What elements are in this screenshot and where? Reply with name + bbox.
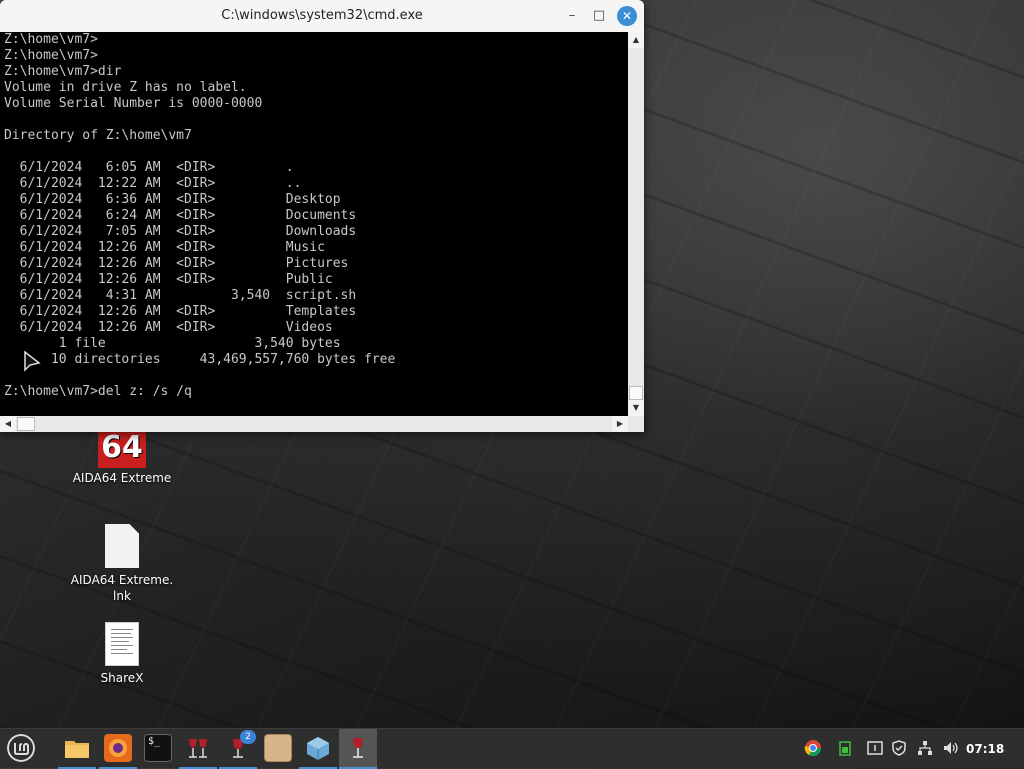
taskbar-files[interactable]: [58, 729, 96, 769]
maximize-button[interactable]: □: [589, 6, 609, 26]
taskbar-terminal[interactable]: $_: [139, 729, 177, 769]
terminal-icon: $_: [144, 734, 172, 762]
desktop-icon-label: ShareX: [100, 671, 144, 685]
taskbar-archive[interactable]: [259, 729, 297, 769]
scroll-left-icon[interactable]: ◀: [0, 416, 16, 432]
wine-glasses-icon: [189, 739, 207, 758]
taskbar: $_ 2 07:18: [0, 728, 1024, 769]
taskbar-wine-1[interactable]: [179, 729, 217, 769]
desktop-icon-aida64[interactable]: 64 AIDA64 Extreme: [62, 428, 182, 486]
cmd-window[interactable]: C:\windows\system32\cmd.exe – □ ✕ Z:\hom…: [0, 0, 644, 432]
mouse-cursor-icon: [22, 350, 42, 378]
mint-menu-button[interactable]: [2, 729, 40, 769]
scroll-up-icon[interactable]: ▲: [628, 32, 644, 48]
window-titlebar[interactable]: C:\windows\system32\cmd.exe – □ ✕: [0, 0, 644, 32]
update-icon[interactable]: [866, 739, 884, 757]
folder-icon: [65, 741, 89, 758]
scroll-right-icon[interactable]: ▶: [612, 416, 628, 432]
network-cube-icon: [307, 737, 329, 760]
taskbar-wine-2[interactable]: 2: [219, 729, 257, 769]
network-icon[interactable]: [916, 739, 934, 757]
vertical-scrollbar[interactable]: ▲ ▼: [628, 32, 644, 416]
horizontal-scrollbar[interactable]: ◀ ▶: [0, 416, 628, 432]
linux-mint-icon: [7, 734, 35, 762]
scrollbar-thumb-horizontal[interactable]: [17, 417, 35, 431]
scrollbar-corner: [628, 416, 644, 432]
scroll-down-icon[interactable]: ▼: [628, 400, 644, 416]
close-button[interactable]: ✕: [617, 6, 637, 26]
wine-glass-icon: [353, 738, 363, 758]
file-icon: [105, 524, 139, 568]
chrome-icon[interactable]: [804, 739, 822, 757]
desktop-icon-label: AIDA64 Extreme: [72, 471, 172, 485]
shield-icon[interactable]: [890, 739, 908, 757]
firefox-icon: [104, 734, 132, 762]
clock[interactable]: 07:18: [966, 729, 1004, 769]
window-title: C:\windows\system32\cmd.exe: [221, 8, 423, 23]
minimize-button[interactable]: –: [562, 6, 582, 26]
scrollbar-thumb[interactable]: [629, 386, 643, 400]
console-text: Z:\home\vm7> Z:\home\vm7> Z:\home\vm7>di…: [4, 32, 396, 399]
console-output[interactable]: Z:\home\vm7> Z:\home\vm7> Z:\home\vm7>di…: [0, 32, 628, 416]
document-icon: [105, 622, 139, 666]
desktop-icon-aida64-lnk[interactable]: AIDA64 Extreme. lnk: [62, 524, 182, 604]
aida64-icon: 64: [98, 428, 146, 468]
desktop-icon-sharex[interactable]: ShareX: [62, 622, 182, 686]
notification-badge: 2: [240, 730, 256, 744]
taskbar-firefox[interactable]: [99, 729, 137, 769]
taskbar-network[interactable]: [299, 729, 337, 769]
volume-icon[interactable]: [942, 739, 960, 757]
archive-box-icon: [264, 734, 292, 762]
desktop-icon-label: AIDA64 Extreme. lnk: [70, 573, 174, 603]
battery-icon[interactable]: [836, 739, 854, 757]
taskbar-wine-active[interactable]: [339, 729, 377, 769]
